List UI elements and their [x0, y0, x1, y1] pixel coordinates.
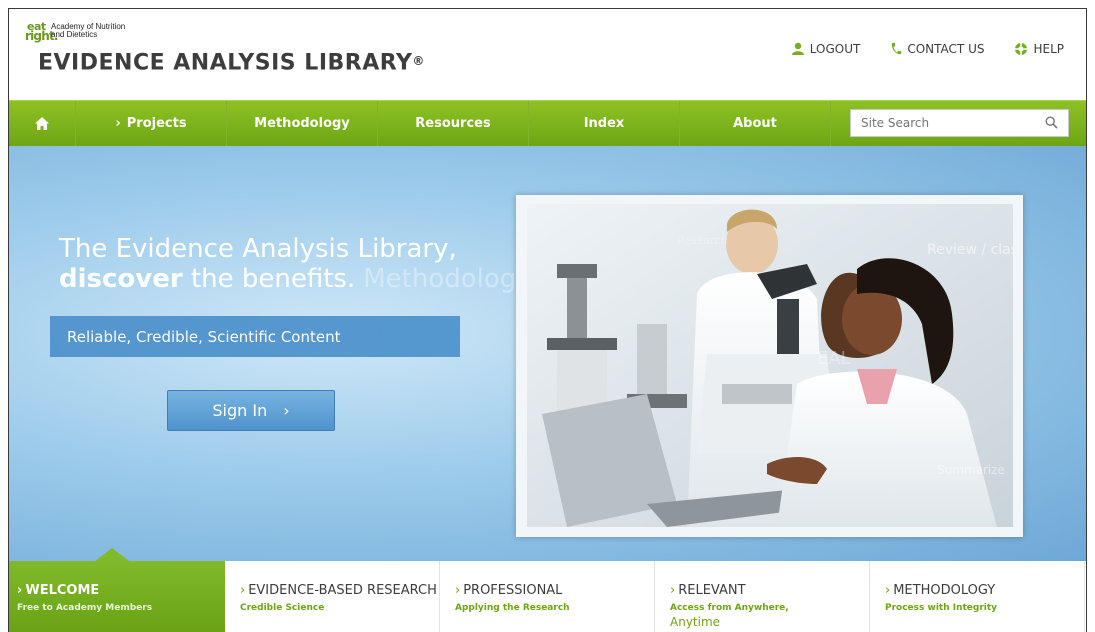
nav-item-index[interactable]: Index: [529, 101, 680, 146]
search-icon[interactable]: [1045, 116, 1058, 129]
lab-scene-illustration: Review / classify Summarize Research EAL: [527, 204, 1013, 527]
hero-banner: The Evidence Analysis Library, discover …: [9, 146, 1086, 561]
site-search-box: [850, 109, 1069, 137]
sign-in-label: Sign In: [212, 401, 268, 420]
tagline-text: Reliable, Credible, Scientific Content: [67, 327, 341, 346]
hero-headline-line1: The Evidence Analysis Library,: [59, 234, 457, 264]
tab-welcome[interactable]: › WELCOME Free to Academy Members: [9, 548, 225, 632]
tab-title-text: RELEVANT: [678, 583, 746, 598]
tab-evidence-based-research[interactable]: › EVIDENCE-BASED RESEARCH Credible Scienc…: [225, 561, 440, 632]
photo-overlay-word-4: EAL: [817, 348, 851, 369]
active-tab-pointer: [95, 548, 129, 561]
nav-home[interactable]: [9, 101, 76, 146]
nav-item-about[interactable]: About: [680, 101, 831, 146]
utility-links: LOGOUT CONTACT US HELP: [791, 42, 1064, 56]
photo-overlay-word-3: Research: [677, 234, 727, 247]
tab-methodology[interactable]: › METHODOLOGY Process with Integrity: [870, 561, 1085, 632]
nav-label-about: About: [733, 116, 777, 131]
lifebuoy-icon: [1015, 43, 1028, 55]
logout-label: LOGOUT: [809, 42, 861, 56]
hero-headline-line2: discover the benefits. Methodology: [59, 264, 532, 294]
nav-label-index: Index: [583, 116, 625, 131]
tab-arrow: ›: [240, 583, 246, 598]
tab-arrow: ›: [17, 583, 23, 598]
home-icon: [35, 117, 49, 130]
contact-us-link[interactable]: CONTACT US: [890, 42, 984, 56]
tab-subtitle-line2: Anytime: [670, 615, 721, 629]
tab-subtitle: Free to Academy Members: [17, 603, 153, 613]
logout-link[interactable]: LOGOUT: [791, 42, 861, 56]
contact-us-label: CONTACT US: [907, 42, 985, 56]
tagline-bar: Reliable, Credible, Scientific Content: [50, 316, 460, 357]
tab-title: › PROFESSIONAL: [455, 583, 654, 598]
nav-label-methodology: Methodology: [254, 116, 350, 131]
tab-title-text: PROFESSIONAL: [463, 583, 563, 598]
hero-photo-frame: Review / classify Summarize Research EAL: [516, 195, 1023, 537]
org-name-line2: and Dietetics: [51, 30, 98, 39]
nav-item-resources[interactable]: Resources: [378, 101, 529, 146]
tab-subtitle: Access from Anywhere,: [670, 603, 789, 613]
registered-mark: ®: [412, 54, 425, 68]
help-label: HELP: [1033, 42, 1064, 56]
tab-title: › METHODOLOGY: [885, 583, 1084, 598]
tab-relevant[interactable]: › RELEVANT Access from Anywhere, Anytime: [655, 561, 870, 632]
nav-item-projects[interactable]: › Projects: [76, 101, 227, 146]
site-title[interactable]: EVIDENCE ANALYSIS LIBRARY®: [38, 50, 425, 75]
tab-arrow: ›: [670, 583, 676, 598]
hero-faint-word: Methodology: [363, 264, 532, 294]
site-search-input[interactable]: [851, 115, 1043, 131]
site-title-text: EVIDENCE ANALYSIS LIBRARY: [38, 50, 413, 76]
help-link[interactable]: HELP: [1014, 42, 1064, 56]
tab-subtitle: Process with Integrity: [885, 603, 998, 613]
nav-label-resources: Resources: [415, 116, 491, 131]
tab-title-text: METHODOLOGY: [893, 583, 996, 598]
tab-title: › RELEVANT: [670, 583, 869, 598]
site-header: eat right. Academy of Nutrition and Diet…: [9, 9, 1086, 100]
main-nav: › Projects Methodology Resources Index Ab…: [9, 100, 1086, 146]
nav-arrow: ›: [115, 116, 121, 131]
tab-arrow: ›: [885, 583, 891, 598]
tab-arrow: ›: [455, 583, 461, 598]
tab-subtitle: Applying the Research: [455, 603, 570, 613]
phone-icon: [892, 43, 902, 55]
feature-tabs: › WELCOME Free to Academy Members › EVIDEN…: [9, 548, 1086, 632]
hero-headline-rest: the benefits.: [182, 264, 356, 294]
chevron-right-icon: ›: [283, 401, 290, 420]
hero-photo: Review / classify Summarize Research EAL: [527, 204, 1013, 527]
photo-overlay-word-1: Review / classify: [927, 242, 1013, 258]
tab-subtitle: Credible Science: [240, 603, 325, 613]
tab-title: › WELCOME: [17, 583, 225, 598]
nav-item-methodology[interactable]: Methodology: [227, 101, 378, 146]
nav-label-projects: Projects: [126, 116, 187, 131]
page-frame: eat right. Academy of Nutrition and Diet…: [8, 8, 1087, 632]
sign-in-button[interactable]: Sign In ›: [167, 390, 335, 431]
hero-headline-bold: discover: [59, 264, 183, 294]
tab-title-text: EVIDENCE-BASED RESEARCH: [248, 583, 437, 598]
tab-title-text: WELCOME: [25, 583, 100, 598]
photo-overlay-word-2: Summarize: [937, 463, 1005, 477]
tab-professional[interactable]: › PROFESSIONAL Applying the Research: [440, 561, 655, 632]
tab-title: › EVIDENCE-BASED RESEARCH: [240, 583, 439, 598]
brand-logo[interactable]: eat right.: [25, 20, 58, 45]
user-icon: [791, 42, 804, 55]
